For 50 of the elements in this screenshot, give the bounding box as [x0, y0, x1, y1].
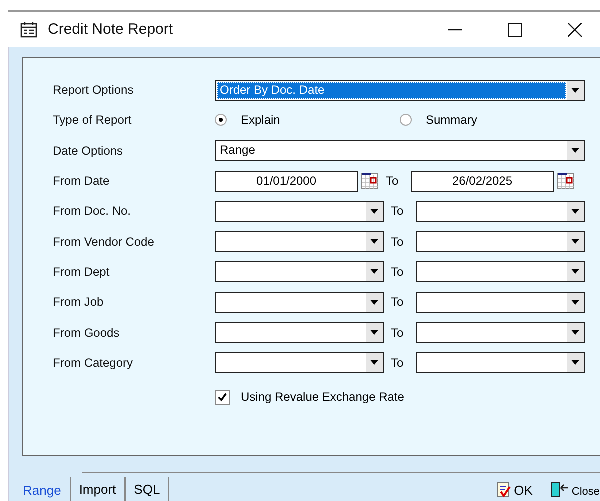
field-label: From Doc. No. [53, 204, 132, 218]
date-field[interactable]: 01/01/2000 [215, 170, 358, 192]
maximize-icon[interactable] [508, 22, 522, 36]
field-label: Type of Report [53, 113, 133, 128]
close-icon[interactable] [568, 22, 582, 36]
field-label: From Goods [53, 326, 121, 340]
minimize-icon[interactable] [448, 28, 462, 30]
to-label: To [390, 326, 405, 340]
dropdown-field[interactable] [416, 322, 585, 344]
dropdown-field[interactable]: Order By Doc. Date [215, 80, 585, 101]
door-exit-icon [550, 482, 569, 498]
field-label: From Date [53, 174, 111, 188]
close-button[interactable]: Close [550, 482, 600, 501]
to-label: To [385, 174, 400, 188]
radio-option[interactable]: Summary [400, 113, 585, 128]
date-field[interactable]: 26/02/2025 [411, 170, 554, 192]
calendar-icon[interactable] [557, 172, 575, 190]
calendar-icon[interactable] [361, 172, 379, 190]
tab[interactable]: SQL [125, 477, 170, 501]
field-label: Report Options [53, 83, 135, 98]
dropdown-field[interactable] [215, 261, 384, 282]
window-title: Credit Note Report [48, 21, 174, 38]
dropdown-field[interactable] [416, 292, 585, 313]
tab[interactable]: Import [70, 477, 126, 501]
field-label: From Vendor Code [53, 234, 156, 249]
to-label: To [390, 204, 405, 218]
field-label: From Category [53, 356, 134, 370]
dropdown-field[interactable] [215, 200, 384, 222]
to-label: To [390, 295, 405, 310]
dropdown-field[interactable] [215, 231, 384, 252]
ok-button[interactable]: OK [497, 482, 533, 501]
field-label: From Job [53, 295, 105, 310]
checkbox-label: Using Revalue Exchange Rate [241, 390, 404, 404]
field-label: From Dept [53, 264, 111, 279]
to-label: To [390, 234, 405, 249]
to-label: To [390, 356, 405, 370]
to-label: To [390, 264, 405, 279]
checkbox[interactable] [215, 390, 230, 405]
radio-option[interactable]: Explain [215, 113, 400, 128]
dropdown-field[interactable] [215, 352, 384, 374]
dropdown-field[interactable] [416, 200, 585, 222]
report-icon [20, 20, 38, 38]
dropdown-field[interactable] [416, 231, 585, 252]
checked-document-icon [497, 482, 512, 498]
dropdown-field[interactable]: Range [215, 140, 585, 162]
field-label: Date Options [53, 144, 124, 158]
dropdown-field[interactable] [416, 261, 585, 282]
dropdown-field[interactable] [215, 292, 384, 313]
dropdown-field[interactable] [215, 322, 384, 344]
dropdown-field[interactable] [416, 352, 585, 374]
